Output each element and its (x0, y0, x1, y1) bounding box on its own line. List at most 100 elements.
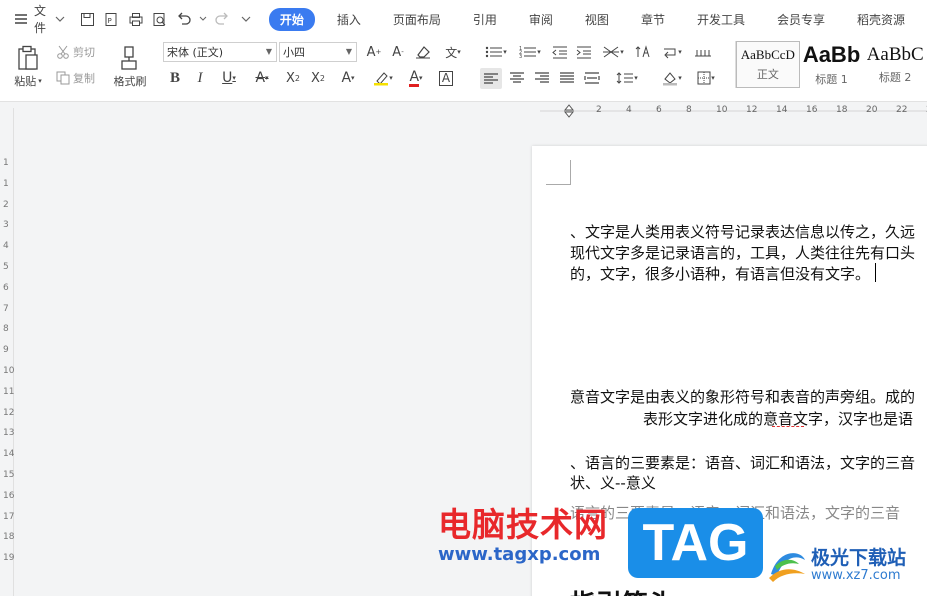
tab-references[interactable]: 引用 (463, 8, 507, 31)
document-line[interactable]: 状、义--意义 (570, 472, 656, 493)
ruler-tick-label: 15 (3, 470, 15, 480)
tab-page-layout[interactable]: 页面布局 (383, 8, 451, 31)
copy-label: 复制 (73, 72, 95, 85)
watermark-site-url: www.tagxp.com (438, 544, 601, 565)
aurora-logo-icon (765, 544, 807, 584)
align-right-icon[interactable] (531, 68, 553, 88)
highlight-icon[interactable]: ▾ (369, 68, 397, 88)
menu-bar: 文件 P 开始 插入 页面布局 引用 审阅 视图 章节 开发工具 会员专享 稻壳… (0, 0, 927, 38)
align-center-icon[interactable] (506, 68, 528, 88)
redo-icon[interactable] (213, 10, 231, 28)
ruler-tick-label: 9 (3, 345, 9, 356)
document-line[interactable]: 、文字是人类用表义符号记录表达信息以传之，久远 (570, 221, 915, 242)
ruler-tick-label: 12 (3, 407, 15, 418)
document-heading[interactable]: 指引笔头 (570, 584, 674, 596)
clear-format-icon[interactable] (413, 42, 433, 62)
bold-icon[interactable]: B (166, 68, 184, 88)
svg-text:3: 3 (519, 54, 522, 59)
tab-member[interactable]: 会员专享 (767, 8, 835, 31)
copy-button[interactable]: 复制 (56, 68, 95, 88)
ruler-tick-label: 8 (3, 324, 9, 335)
svg-text:P: P (108, 17, 112, 25)
ruler-tick-label: 1 (3, 178, 9, 189)
tab-docer-resources[interactable]: 稻壳资源 (847, 8, 915, 31)
increase-indent-icon[interactable] (574, 42, 594, 62)
document-line[interactable]: 意音文字是由表义的象形符号和表音的声旁组。成的 (570, 386, 915, 407)
undo-icon[interactable] (175, 10, 193, 28)
customize-toolbar-icon[interactable] (237, 10, 255, 28)
align-left-icon[interactable] (480, 68, 502, 89)
document-line[interactable]: 的，文字，很多小语种，有语言但没有文字。 (570, 263, 870, 284)
save-icon[interactable] (79, 10, 97, 28)
show-marks-icon[interactable]: ▾ (658, 42, 686, 62)
ruler-tick-label: 14 (776, 105, 788, 115)
tab-developer[interactable]: 开发工具 (687, 8, 755, 31)
char-border-icon[interactable]: A (436, 68, 456, 88)
distribute-icon[interactable] (581, 68, 603, 88)
font-color-icon[interactable]: A ▾ (402, 68, 430, 88)
style-heading-1[interactable]: AaBb 标题 1 (800, 41, 864, 88)
font-size-select[interactable]: 小四 ▼ (279, 42, 357, 62)
numbered-list-icon[interactable]: 1 2 3 ▾ (516, 42, 544, 62)
shading-icon[interactable]: ▾ (658, 68, 686, 88)
document-line[interactable]: 现代文字多是记录语言的，工具，人类往往先有口头 (570, 242, 915, 263)
quick-access-toolbar: P (79, 10, 255, 28)
undo-dropdown-icon[interactable] (199, 10, 207, 28)
ruler-tick-label: 12 (746, 105, 758, 115)
ruler-tick-label: 4 (3, 241, 9, 252)
strikethrough-icon[interactable]: A ▾ (249, 68, 275, 88)
ruler-tick-label: 6 (656, 105, 662, 115)
print-icon[interactable] (127, 10, 145, 28)
tab-view[interactable]: 视图 (575, 8, 619, 31)
tab-section[interactable]: 章节 (631, 8, 675, 31)
decrease-indent-icon[interactable] (550, 42, 570, 62)
watermark-brand-url: www.xz7.com (811, 568, 901, 583)
tab-stops-icon[interactable] (692, 42, 714, 62)
ruler-tick-label: 4 (626, 105, 632, 115)
subscript-icon[interactable]: X2 (307, 68, 329, 88)
borders-icon[interactable]: ▾ (692, 68, 720, 88)
grow-font-icon[interactable]: A + (365, 42, 383, 62)
chinese-layout-icon[interactable]: ▾ (598, 42, 628, 62)
wps-writer-window: 文件 P 开始 插入 页面布局 引用 审阅 视图 章节 开发工具 会员专享 稻壳… (0, 0, 927, 596)
export-pdf-icon[interactable]: P (103, 10, 121, 28)
style-heading-2[interactable]: AaBbC 标题 2 (863, 41, 927, 88)
italic-icon[interactable]: I (191, 68, 209, 88)
ruler-tick-label: 2 (3, 199, 9, 210)
paste-button[interactable]: 粘贴 ▾ (10, 42, 46, 92)
horizontal-ruler[interactable]: 24681012141618202224 (540, 102, 927, 120)
phonetic-guide-icon[interactable]: 文 ▾ (438, 42, 468, 62)
format-painter-button[interactable]: 格式刷 (110, 42, 150, 92)
ruler-tick-label: 18 (836, 105, 848, 115)
shrink-font-icon[interactable]: A- (389, 42, 407, 62)
style-normal[interactable]: AaBbCcD 正文 (736, 41, 800, 88)
print-preview-icon[interactable] (151, 10, 169, 28)
tab-insert[interactable]: 插入 (327, 8, 371, 31)
ruler-tick-label: 17 (3, 511, 15, 522)
paste-label: 粘贴 (14, 75, 37, 88)
styles-gallery: AaBbCcD 正文 AaBb 标题 1 AaBbC 标题 2 (735, 41, 927, 88)
vertical-ruler[interactable]: 1 1 2 3 4 5 6 7 8 9 10 11 12 13 14 15 16 17 18 19 (0, 108, 14, 596)
underline-icon[interactable]: U ▾ (215, 68, 243, 88)
page-margin-corner (546, 160, 571, 185)
ruler-tick-label: 11 (3, 386, 15, 397)
ribbon-home: 粘贴 ▾ 剪切 复制 格式刷 宋体 (正文) ▼ 小四 ▼ A + A- 文 ▾ B I … (0, 38, 927, 102)
chevron-down-icon: ▼ (345, 47, 352, 56)
font-name-select[interactable]: 宋体 (正文) ▼ (163, 42, 277, 62)
tab-review[interactable]: 审阅 (519, 8, 563, 31)
justify-icon[interactable] (556, 68, 578, 88)
style-heading-1-name: 标题 1 (815, 73, 848, 86)
cut-button[interactable]: 剪切 (56, 42, 95, 62)
watermark-brand-name: 极光下载站 (811, 547, 907, 569)
line-spacing-icon[interactable]: ▾ (612, 68, 642, 88)
font-name-value: 宋体 (正文) (167, 46, 224, 59)
file-menu[interactable]: 文件 (14, 2, 65, 36)
text-effect-icon[interactable]: A ▾ (335, 68, 361, 88)
ruler-tick-label: 19 (3, 553, 15, 564)
ruler-tick-label: 5 (3, 262, 9, 272)
superscript-icon[interactable]: X2 (282, 68, 304, 88)
tab-home[interactable]: 开始 (268, 7, 315, 31)
document-line[interactable]: 、语言的三要素是：语音、词汇和语法，文字的三音 (570, 452, 915, 473)
bullet-list-icon[interactable]: ▾ (482, 42, 510, 62)
sort-icon[interactable] (632, 42, 654, 62)
